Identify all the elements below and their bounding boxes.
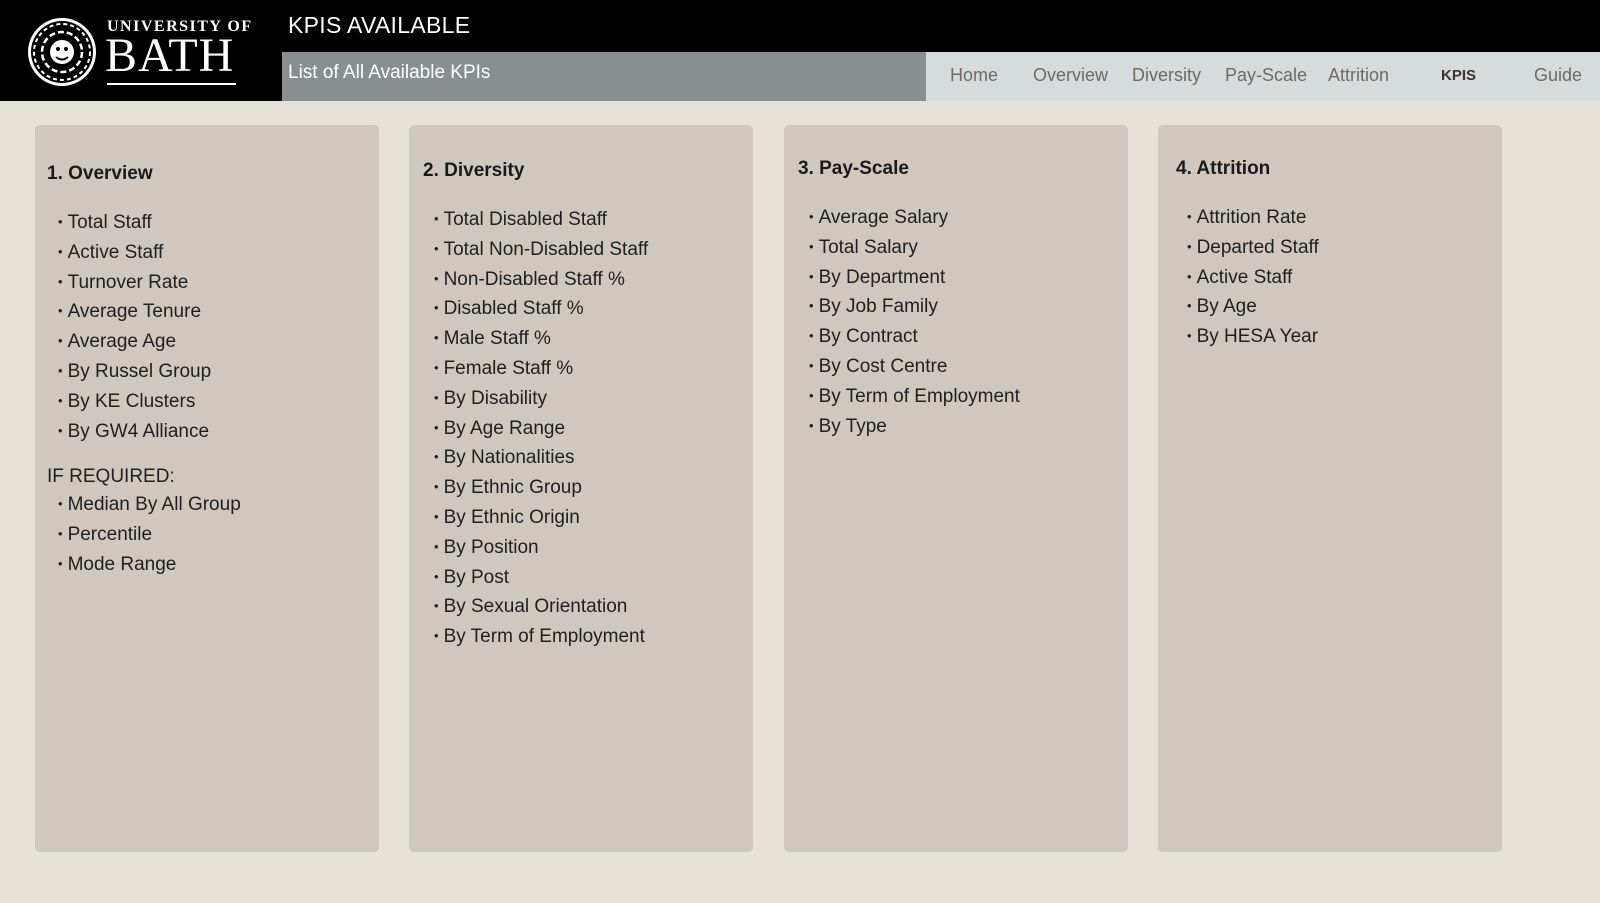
list-item: • Departed Staff: [1187, 236, 1319, 258]
list-item: • Active Staff: [1187, 266, 1293, 288]
list-item: • By Sexual Orientation: [434, 596, 628, 618]
list-item: • Median By All Group: [58, 494, 241, 515]
list-item: • By KE Clusters: [58, 390, 196, 412]
list-item: • Male Staff %: [434, 328, 551, 350]
nav-diversity[interactable]: Diversity: [1132, 65, 1201, 86]
card-title: 1. Overview: [47, 163, 153, 184]
nav-overview[interactable]: Overview: [1033, 65, 1108, 86]
card-title: 2. Diversity: [423, 160, 525, 181]
list-item: • Total Staff: [58, 212, 152, 233]
nav-kpis[interactable]: KPIS: [1441, 67, 1476, 84]
nav-pay-scale[interactable]: Pay-Scale: [1225, 65, 1307, 86]
card-attrition: 4. Attrition • Attrition Rate • Departed S…: [1158, 125, 1502, 852]
list-item: • Total Salary: [809, 236, 918, 258]
list-item: • Attrition Rate: [1187, 207, 1307, 228]
subtitle-bar: List of All Available KPIs: [282, 52, 926, 101]
nav-guide[interactable]: Guide: [1534, 65, 1582, 86]
list-item: • By Cost Centre: [809, 355, 948, 377]
list-item: • By Post: [434, 566, 510, 588]
list-item: • Disabled Staff %: [434, 298, 584, 320]
list-item: • By Department: [809, 266, 946, 288]
list-item: • By Age: [1187, 296, 1257, 318]
card-title: 3. Pay-Scale: [798, 158, 909, 179]
nav-attrition[interactable]: Attrition: [1328, 65, 1389, 86]
kpi-list: • Total Staff • Active Staff • Turnover Rat…: [58, 209, 211, 447]
kpi-list: • Attrition Rate • Departed Staff • Active …: [1187, 204, 1319, 353]
list-item: • Mode Range: [58, 553, 177, 575]
list-item: • Active Staff: [58, 241, 164, 263]
list-item: • By Contract: [809, 326, 918, 348]
list-item: • Turnover Rate: [58, 271, 189, 293]
list-item: • By Age Range: [434, 417, 566, 439]
list-item: • By GW4 Alliance: [58, 420, 210, 442]
university-logo[interactable]: UNIVERSITY OF BATH: [26, 16, 251, 88]
list-item: • By Ethnic Group: [434, 477, 582, 499]
list-item: • Female Staff %: [434, 357, 574, 379]
kpi-extra-list: • Median By All Group • Percentile • Mode R…: [58, 491, 241, 580]
list-item: • By Term of Employment: [434, 626, 645, 648]
kpi-list: • Average Salary • Total Salary • By Depart…: [809, 204, 1020, 442]
card-pay-scale: 3. Pay-Scale • Average Salary • Total Sala…: [784, 125, 1128, 852]
logo-line-2: BATH: [105, 29, 235, 82]
list-item: • By Position: [434, 536, 539, 558]
list-item: • Average Salary: [809, 207, 949, 228]
card-title: 4. Attrition: [1176, 158, 1271, 179]
list-item: • Percentile: [58, 523, 153, 545]
page-subtitle: List of All Available KPIs: [288, 62, 491, 83]
kpi-list: • Total Disabled Staff • Total Non-Disable…: [434, 206, 648, 653]
list-item: • By HESA Year: [1187, 326, 1319, 348]
page-title: KPIS AVAILABLE: [288, 12, 471, 38]
nav-home[interactable]: Home: [950, 65, 998, 86]
list-item: • By Disability: [434, 387, 548, 409]
list-item: • Average Age: [58, 331, 177, 353]
list-item: • By Term of Employment: [809, 385, 1020, 407]
list-item: • By Type: [809, 415, 887, 437]
if-required-heading: IF REQUIRED:: [47, 466, 175, 487]
card-overview: 1. Overview • Total Staff • Active Staff •…: [35, 125, 379, 852]
list-item: • Total Non-Disabled Staff: [434, 238, 649, 260]
list-item: • By Russel Group: [58, 360, 212, 382]
list-item: • Total Disabled Staff: [434, 209, 607, 230]
card-diversity: 2. Diversity • Total Disabled Staff • Tota…: [409, 125, 753, 852]
list-item: • Non-Disabled Staff %: [434, 268, 625, 290]
list-item: • By Nationalities: [434, 447, 575, 469]
list-item: • Average Tenure: [58, 301, 202, 323]
bath-crest-icon: [28, 18, 96, 86]
logo-underline: [107, 83, 236, 85]
list-item: • By Ethnic Origin: [434, 506, 580, 528]
nav-bar: Home Overview Diversity Pay-Scale Attrit…: [926, 52, 1600, 101]
list-item: • By Job Family: [809, 296, 938, 318]
